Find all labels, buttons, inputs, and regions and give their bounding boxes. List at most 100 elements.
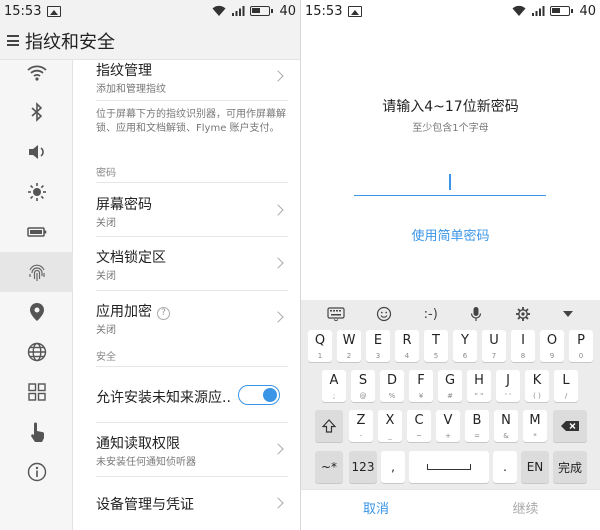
- period-key[interactable]: .: [493, 451, 517, 483]
- status-bar: 15:53 40: [0, 0, 300, 22]
- location-icon: [29, 303, 44, 321]
- fingerprint-icon: [28, 264, 45, 281]
- unknown-sources-toggle[interactable]: [238, 385, 280, 405]
- key-letter: O: [546, 333, 558, 348]
- screen-password-row[interactable]: 屏幕密码 关闭: [74, 184, 288, 236]
- key-alt-symbol: ( ): [533, 392, 541, 400]
- language-key[interactable]: EN: [521, 451, 549, 483]
- rail-display[interactable]: [0, 172, 73, 212]
- touch-icon: [30, 422, 44, 442]
- key-alt-symbol: 2: [346, 352, 352, 360]
- comma-key[interactable]: ,: [381, 451, 405, 483]
- continue-button[interactable]: 继续: [451, 490, 600, 530]
- rail-about[interactable]: [0, 452, 73, 492]
- help-icon[interactable]: ?: [157, 307, 170, 320]
- key-letter: M: [529, 413, 541, 428]
- key-u[interactable]: U7: [482, 330, 506, 362]
- key-i[interactable]: I8: [511, 330, 535, 362]
- key-letter: E: [373, 333, 383, 348]
- device-admin-row[interactable]: 设备管理与凭证: [74, 477, 288, 527]
- shift-key[interactable]: [315, 410, 343, 442]
- app-encryption-row[interactable]: 应用加密? 关闭: [74, 291, 288, 345]
- rail-bluetooth[interactable]: [0, 92, 73, 132]
- key-n[interactable]: N &: [494, 410, 518, 442]
- key-alt-symbol: 0: [578, 352, 584, 360]
- key-g[interactable]: G #: [438, 370, 462, 402]
- key-l[interactable]: L /: [554, 370, 578, 402]
- rail-fingerprint-security[interactable]: [0, 252, 73, 292]
- backspace-key[interactable]: [553, 410, 587, 442]
- key-t[interactable]: T5: [424, 330, 448, 362]
- mic-icon[interactable]: [469, 306, 483, 322]
- emoji-icon[interactable]: [376, 306, 392, 322]
- symbols-key[interactable]: ~*: [315, 451, 343, 483]
- row-title: 通知读取权限: [96, 436, 180, 452]
- settings-category-rail: [0, 60, 73, 530]
- key-v[interactable]: V +: [436, 410, 460, 442]
- key-j[interactable]: J ' ': [496, 370, 520, 402]
- rail-sound[interactable]: [0, 132, 73, 172]
- use-simple-password-link[interactable]: 使用简单密码: [301, 225, 600, 244]
- key-d[interactable]: D%: [380, 370, 404, 402]
- numbers-key[interactable]: 123: [349, 451, 377, 483]
- password-input[interactable]: [354, 172, 546, 196]
- done-key[interactable]: 完成: [553, 451, 587, 483]
- keyboard-icon[interactable]: [327, 307, 345, 321]
- key-z[interactable]: Z-: [349, 410, 373, 442]
- key-letter: U: [489, 333, 499, 348]
- fingerprint-management-row[interactable]: 指纹管理 添加和管理指纹: [74, 60, 288, 100]
- key-x[interactable]: X _: [378, 410, 402, 442]
- key-letter: I: [521, 333, 525, 348]
- text-caret: [449, 174, 451, 190]
- rail-language[interactable]: [0, 332, 73, 372]
- key-letter: S: [358, 373, 368, 388]
- notification-access-row[interactable]: 通知读取权限 未安装任何通知侦听器: [74, 423, 288, 476]
- key-a[interactable]: A;: [322, 370, 346, 402]
- brightness-icon: [27, 183, 46, 201]
- key-y[interactable]: Y6: [453, 330, 477, 362]
- document-lock-row[interactable]: 文档锁定区 关闭: [74, 237, 288, 290]
- new-password-screen: 15:53 40 请输入4~17位新密码 至少包含1个字母 使用简单密码 :-)…: [301, 0, 600, 530]
- battery-status-icon: [250, 6, 274, 16]
- key-f[interactable]: F ¥: [409, 370, 433, 402]
- key-w[interactable]: W2: [337, 330, 361, 362]
- chevron-right-icon: [272, 257, 284, 269]
- unknown-sources-row[interactable]: 允许安装未知来源应..: [74, 367, 288, 423]
- chevron-right-icon: [272, 204, 284, 216]
- collapse-icon[interactable]: [562, 310, 574, 318]
- key-c[interactable]: C ~: [407, 410, 431, 442]
- key-b[interactable]: B =: [465, 410, 489, 442]
- key-q[interactable]: Q1: [308, 330, 332, 362]
- key-alt-symbol: -: [359, 432, 363, 440]
- key-alt-symbol: &: [503, 432, 509, 440]
- key-h[interactable]: H " ": [467, 370, 491, 402]
- emoticon-button[interactable]: :-): [424, 307, 438, 322]
- key-m[interactable]: M *: [523, 410, 547, 442]
- rail-wifi[interactable]: [0, 52, 73, 92]
- key-alt-symbol: ¥: [418, 392, 424, 400]
- cancel-button[interactable]: 取消: [301, 490, 451, 530]
- menu-icon[interactable]: [7, 35, 19, 46]
- row-subtitle: 关闭: [96, 271, 116, 282]
- done-key-label: 完成: [557, 460, 582, 475]
- rail-location[interactable]: [0, 292, 73, 332]
- globe-icon: [27, 342, 46, 362]
- key-letter: R: [402, 333, 412, 348]
- row-subtitle: 关闭: [96, 325, 116, 336]
- key-alt-symbol: ;: [332, 392, 336, 400]
- rail-battery[interactable]: [0, 212, 73, 252]
- shift-arrow-icon: [322, 419, 336, 433]
- key-k[interactable]: K ( ): [525, 370, 549, 402]
- rail-apps[interactable]: [0, 372, 73, 412]
- symbols-key-label: ~*: [320, 460, 338, 474]
- key-o[interactable]: O9: [540, 330, 564, 362]
- key-s[interactable]: S @: [351, 370, 375, 402]
- chevron-right-icon: [272, 497, 284, 509]
- key-alt-symbol: @: [359, 392, 367, 400]
- key-e[interactable]: E3: [366, 330, 390, 362]
- rail-accessibility[interactable]: [0, 412, 73, 452]
- settings-icon[interactable]: [515, 306, 531, 322]
- key-p[interactable]: P0: [569, 330, 593, 362]
- space-key[interactable]: [409, 451, 489, 483]
- key-r[interactable]: R4: [395, 330, 419, 362]
